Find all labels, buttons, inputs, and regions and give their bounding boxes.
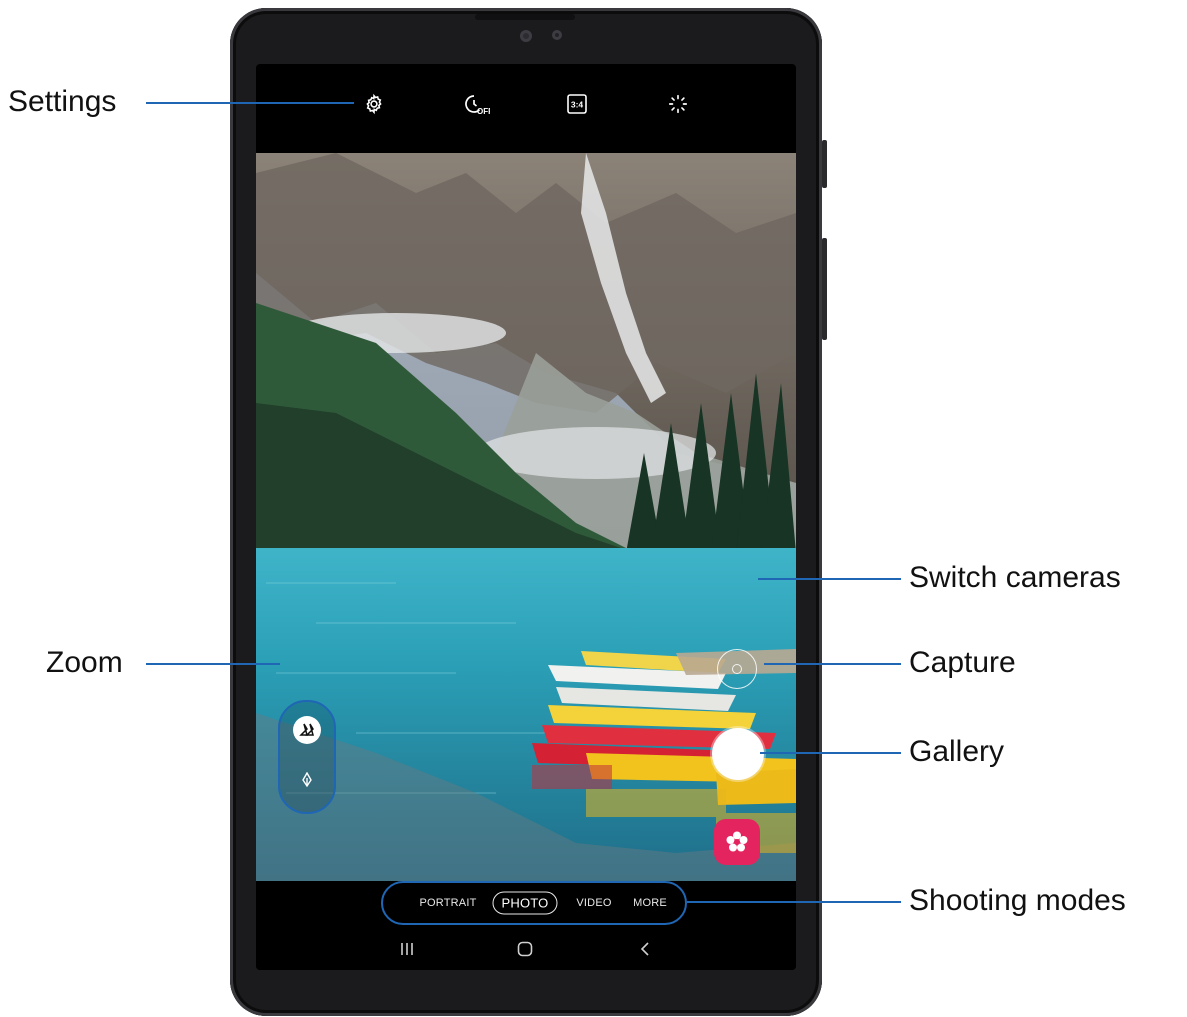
leader-zoom — [146, 663, 280, 665]
zoom-wide-button[interactable] — [293, 716, 321, 744]
aspect-ratio-icon: 3:4 — [567, 94, 587, 114]
gallery-flower-icon — [726, 831, 748, 852]
leader-settings — [146, 102, 354, 104]
mode-more[interactable]: MORE — [633, 897, 667, 909]
zoom-normal-button[interactable] — [293, 766, 321, 794]
shooting-modes-bar: PORTRAIT PHOTO VIDEO MORE — [256, 881, 796, 929]
callout-gallery: Gallery — [909, 735, 1005, 768]
recent-apps-icon — [401, 943, 413, 955]
aspect-ratio-button[interactable]: 3:4 — [559, 90, 595, 118]
filters-button[interactable] — [660, 90, 696, 118]
mode-video[interactable]: VIDEO — [576, 897, 611, 909]
leader-switch-cameras — [758, 578, 901, 580]
mode-portrait[interactable]: PORTRAIT — [419, 897, 476, 909]
aspect-ratio-text: 3:4 — [571, 100, 584, 110]
leader-gallery — [760, 752, 901, 754]
leader-shooting-modes — [687, 901, 901, 903]
timer-off-icon: OFF — [465, 95, 490, 116]
zoom-normal-icon — [302, 772, 312, 788]
zoom-wide-icon — [299, 723, 314, 736]
camera-screen: OFF 3:4 — [256, 64, 796, 970]
mode-photo[interactable]: PHOTO — [492, 891, 558, 915]
viewfinder[interactable] — [256, 153, 796, 881]
callout-settings: Settings — [8, 85, 117, 118]
landscape-preview-image — [256, 153, 796, 881]
gallery-button[interactable] — [714, 819, 760, 865]
earpiece — [475, 14, 575, 20]
navigation-bar — [256, 929, 796, 970]
volume-button — [822, 140, 827, 188]
home-button[interactable] — [510, 936, 540, 962]
recent-apps-button[interactable] — [392, 936, 422, 962]
sensor — [552, 30, 562, 40]
front-camera-lens — [520, 30, 532, 42]
callout-zoom: Zoom — [46, 646, 123, 679]
switch-cameras-button[interactable] — [717, 649, 757, 689]
filter-effects-icon — [668, 94, 688, 114]
back-icon — [640, 942, 649, 956]
leader-capture — [764, 663, 901, 665]
callout-switch-cameras: Switch cameras — [909, 561, 1121, 594]
camera-toolbar: OFF 3:4 — [256, 64, 796, 154]
back-button[interactable] — [630, 936, 660, 962]
capture-button[interactable] — [712, 728, 764, 780]
gear-icon — [366, 93, 382, 115]
timer-badge-text: OFF — [477, 107, 490, 116]
timer-button[interactable]: OFF — [458, 90, 494, 118]
callout-capture: Capture — [909, 646, 1016, 679]
zoom-control[interactable] — [278, 700, 336, 814]
home-icon — [517, 941, 533, 957]
power-button — [822, 238, 827, 340]
callout-shooting-modes: Shooting modes — [909, 884, 1126, 917]
settings-button[interactable] — [356, 90, 392, 118]
